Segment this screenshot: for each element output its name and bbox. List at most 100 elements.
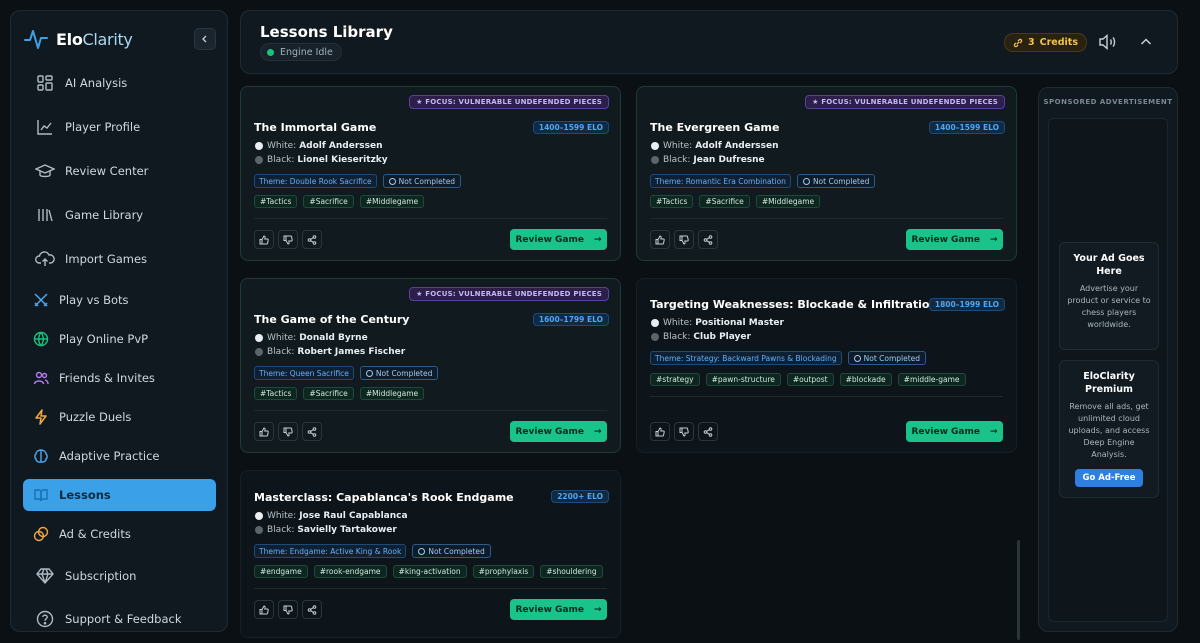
thumbs-down-icon [283, 235, 293, 245]
black-piece-icon [255, 156, 263, 164]
dislike-button[interactable] [278, 230, 298, 249]
sidebar-item-puzzle-duels[interactable]: Puzzle Duels [23, 401, 216, 433]
sidebar-item-label: Game Library [65, 208, 144, 222]
thumbs-down-icon [283, 605, 293, 615]
credits-badge[interactable]: 3 Credits [1004, 33, 1087, 52]
collapse-header-button[interactable] [1136, 32, 1156, 52]
share-button[interactable] [302, 422, 322, 441]
review-game-button[interactable]: Review Game → [510, 599, 607, 620]
elo-badge: 1400–1599 ELO [928, 121, 1005, 134]
app-name: EloClarity [56, 29, 133, 49]
like-button[interactable] [650, 422, 670, 441]
sidebar-item-player-profile[interactable]: Player Profile [23, 111, 216, 143]
share-button[interactable] [302, 230, 322, 249]
share-button[interactable] [302, 600, 322, 619]
sidebar-item-game-library[interactable]: Game Library [23, 199, 216, 231]
chevron-left-icon [202, 35, 207, 43]
sidebar-item-label: Import Games [65, 252, 148, 266]
tag: #Tactics [254, 195, 298, 208]
review-game-button[interactable]: Review Game → [510, 229, 607, 250]
sidebar-item-friends-invites[interactable]: Friends & Invites [23, 362, 216, 394]
sidebar-item-adaptive-practice[interactable]: Adaptive Practice [23, 440, 216, 472]
dislike-button[interactable] [674, 230, 694, 249]
black-piece-icon [255, 526, 263, 534]
completion-status: Not Completed [359, 366, 439, 380]
dislike-button[interactable] [674, 422, 694, 441]
focus-badge: ★ FOCUS: VULNERABLE UNDEFENDED PIECES [805, 95, 1005, 109]
sidebar-item-label: Friends & Invites [59, 371, 155, 385]
sidebar-item-ai-analysis[interactable]: AI Analysis [23, 67, 216, 99]
black-piece-icon [651, 156, 659, 164]
graduation-cap-icon [35, 161, 55, 181]
tag: #Middlegame [359, 387, 425, 400]
focus-badge: ★ FOCUS: VULNERABLE UNDEFENDED PIECES [409, 287, 609, 301]
sidebar-item-review-center[interactable]: Review Center [23, 155, 216, 187]
lesson-meta: Theme: Strategy: Backward Pawns & Blocka… [650, 351, 927, 365]
brain-icon [31, 446, 51, 466]
thumbs-down-icon [283, 427, 293, 437]
arrow-right-icon: → [593, 234, 602, 245]
go-ad-free-button[interactable]: Go Ad-Free [1075, 469, 1143, 487]
black-player: Black: Lionel Kieseritzky [255, 155, 388, 165]
sidebar-item-support-feedback[interactable]: Support & Feedback [23, 603, 216, 635]
tag: #pawn-structure [705, 373, 781, 386]
divider [254, 588, 607, 589]
share-icon [307, 604, 317, 615]
circle-icon [388, 177, 396, 185]
tag: #Sacrifice [699, 195, 750, 208]
focus-badge: ★ FOCUS: VULNERABLE UNDEFENDED PIECES [409, 95, 609, 109]
sidebar-item-lessons[interactable]: Lessons [23, 479, 216, 511]
tag: #Sacrifice [303, 195, 354, 208]
like-button[interactable] [254, 422, 274, 441]
white-player: White: Adolf Anderssen [255, 141, 383, 151]
tag-list: #Tactics #Sacrifice #Middlegame [254, 195, 425, 208]
like-button[interactable] [650, 230, 670, 249]
divider [650, 218, 1003, 219]
chevron-up-icon [1140, 38, 1152, 45]
black-player: Black: Savielly Tartakower [255, 525, 397, 535]
share-icon [703, 234, 713, 245]
card-actions [650, 422, 718, 441]
share-button[interactable] [698, 422, 718, 441]
share-button[interactable] [698, 230, 718, 249]
lesson-title: The Immortal Game [254, 121, 377, 134]
divider [650, 396, 1003, 397]
sidebar-item-import-games[interactable]: Import Games [23, 243, 216, 275]
review-game-button[interactable]: Review Game → [906, 421, 1003, 442]
card-actions [254, 600, 322, 619]
ads-container: Your Ad Goes Here Advertise your product… [1048, 118, 1168, 622]
sidebar-item-subscription[interactable]: Subscription [23, 560, 216, 592]
completion-status: Not Completed [382, 174, 462, 188]
dislike-button[interactable] [278, 600, 298, 619]
sound-toggle-button[interactable] [1098, 32, 1118, 52]
black-piece-icon [651, 333, 659, 341]
black-player: Black: Club Player [651, 332, 751, 342]
divider [254, 410, 607, 411]
like-button[interactable] [254, 230, 274, 249]
engine-status-text: Engine Idle [280, 46, 333, 58]
ad-placeholder[interactable]: Your Ad Goes Here Advertise your product… [1059, 242, 1159, 350]
thumbs-up-icon [259, 604, 269, 614]
completion-status: Not Completed [796, 174, 876, 188]
sidebar-item-play-online-pvp[interactable]: Play Online PvP [23, 323, 216, 355]
tag: #strategy [650, 373, 700, 386]
review-game-button[interactable]: Review Game → [510, 421, 607, 442]
sidebar-item-play-vs-bots[interactable]: Play vs Bots [23, 284, 216, 316]
thumbs-up-icon [655, 234, 665, 244]
premium-title: EloClarity Premium [1083, 371, 1135, 395]
tag: #shouldering [540, 565, 603, 578]
tag-list: #strategy #pawn-structure #outpost #bloc… [650, 373, 966, 386]
collapse-sidebar-button[interactable] [194, 28, 216, 50]
content-scrollbar[interactable] [1017, 540, 1020, 640]
like-button[interactable] [254, 600, 274, 619]
globe-icon [31, 329, 51, 349]
sidebar-item-ad-credits[interactable]: Ad & Credits [23, 518, 216, 550]
thumbs-down-icon [679, 427, 689, 437]
lesson-title: Targeting Weaknesses: Blockade & Infiltr… [650, 298, 938, 311]
dislike-button[interactable] [278, 422, 298, 441]
review-game-button[interactable]: Review Game → [906, 229, 1003, 250]
share-icon [307, 234, 317, 245]
sidebar-item-label: Subscription [65, 569, 137, 583]
sidebar-item-label: AI Analysis [65, 76, 128, 90]
logo[interactable]: EloClarity [24, 27, 133, 51]
